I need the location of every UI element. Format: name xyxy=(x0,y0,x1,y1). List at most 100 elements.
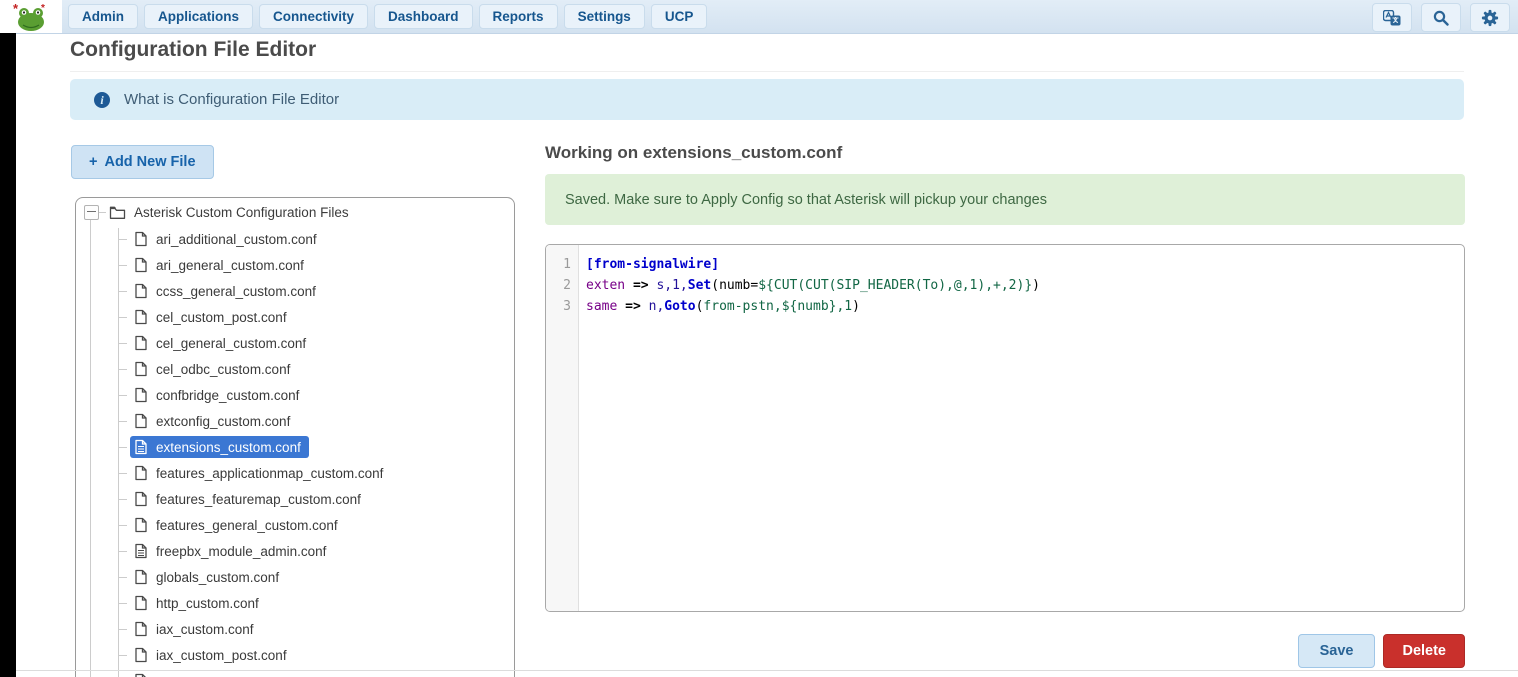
tree-connector-line xyxy=(118,551,127,552)
add-new-file-button[interactable]: + Add New File xyxy=(71,145,214,179)
file-icon xyxy=(134,465,148,481)
nav-item-connectivity[interactable]: Connectivity xyxy=(259,4,368,30)
file-icon xyxy=(134,569,148,585)
file-icon xyxy=(134,335,148,351)
saved-alert-text: Saved. Make sure to Apply Config so that… xyxy=(565,192,1047,208)
nav-item-reports[interactable]: Reports xyxy=(479,4,558,30)
tree-connector-line xyxy=(118,421,127,422)
tree-item-http_custom.conf[interactable]: http_custom.conf xyxy=(76,590,510,616)
bottom-divider xyxy=(0,670,1518,671)
line-number: 1 xyxy=(546,254,578,275)
tree-item-iax_custom_post.conf[interactable]: iax_custom_post.conf xyxy=(76,642,510,668)
tree-item-globals_custom.conf[interactable]: globals_custom.conf xyxy=(76,564,510,590)
top-nav: * * AdminApplicationsConnectivityDashboa… xyxy=(0,0,1518,34)
freepbx-frog-logo[interactable]: * * xyxy=(0,0,62,33)
tree-item-features_applicationmap_custom.conf[interactable]: features_applicationmap_custom.conf xyxy=(76,460,510,486)
file-icon xyxy=(134,257,148,273)
tree-item-label: iax_custom.conf xyxy=(156,622,254,637)
info-banner[interactable]: i What is Configuration File Editor xyxy=(70,79,1464,120)
tree-item-cel_general_custom.conf[interactable]: cel_general_custom.conf xyxy=(76,330,510,356)
file-icon xyxy=(134,517,148,533)
tree-root-node[interactable]: Asterisk Custom Configuration Files xyxy=(84,205,349,220)
code-line: same => n,Goto(from-pstn,${numb},1) xyxy=(586,296,1464,317)
tree-item-features_general_custom.conf[interactable]: features_general_custom.conf xyxy=(76,512,510,538)
page-title: Configuration File Editor xyxy=(70,38,1464,72)
nav-item-ucp[interactable]: UCP xyxy=(651,4,708,30)
code-area[interactable]: [from-signalwire]exten => s,1,Set(numb=$… xyxy=(579,245,1464,611)
tree-item-label: features_general_custom.conf xyxy=(156,518,338,533)
line-number-gutter: 123 xyxy=(546,245,579,611)
tree-connector-line xyxy=(118,603,127,604)
code-line: exten => s,1,Set(numb=${CUT(CUT(SIP_HEAD… xyxy=(586,275,1464,296)
tree-item-label: cel_custom_post.conf xyxy=(156,310,287,325)
nav-item-settings[interactable]: Settings xyxy=(564,4,645,30)
tree-connector-line xyxy=(118,395,127,396)
file-icon xyxy=(134,309,148,325)
tree-connector-line xyxy=(118,317,127,318)
tree-item-label: globals_custom.conf xyxy=(156,570,279,585)
folder-icon xyxy=(109,205,126,220)
code-line: [from-signalwire] xyxy=(586,254,1464,275)
line-number: 2 xyxy=(546,275,578,296)
tree-item-label: cel_odbc_custom.conf xyxy=(156,362,290,377)
left-black-strip xyxy=(0,33,16,677)
tree-item-cel_odbc_custom.conf[interactable]: cel_odbc_custom.conf xyxy=(76,356,510,382)
tree-item-label: ari_general_custom.conf xyxy=(156,258,304,273)
tree-connector-line xyxy=(118,629,127,630)
tree-connector-line xyxy=(118,577,127,578)
tree-item-cel_custom_post.conf[interactable]: cel_custom_post.conf xyxy=(76,304,510,330)
file-text-icon xyxy=(134,439,148,455)
tree-item-extensions_custom.conf[interactable]: extensions_custom.conf xyxy=(76,434,510,460)
file-icon xyxy=(134,231,148,247)
tree-item-ari_general_custom.conf[interactable]: ari_general_custom.conf xyxy=(76,252,510,278)
code-editor[interactable]: 123 [from-signalwire]exten => s,1,Set(nu… xyxy=(545,244,1465,612)
working-on-heading: Working on extensions_custom.conf xyxy=(545,143,842,163)
tree-item-freepbx_module_admin.conf[interactable]: freepbx_module_admin.conf xyxy=(76,538,510,564)
saved-alert: Saved. Make sure to Apply Config so that… xyxy=(545,174,1465,225)
main-menu: AdminApplicationsConnectivityDashboardRe… xyxy=(68,4,707,30)
file-icon xyxy=(134,387,148,403)
tree-item-ari_additional_custom.conf[interactable]: ari_additional_custom.conf xyxy=(76,226,510,252)
plus-icon: + xyxy=(89,154,97,170)
tree-item-label: freepbx_module_admin.conf xyxy=(156,544,326,559)
file-icon xyxy=(134,621,148,637)
info-icon: i xyxy=(94,92,110,108)
tree-item-iax_custom.conf[interactable]: iax_custom.conf xyxy=(76,616,510,642)
nav-item-applications[interactable]: Applications xyxy=(144,4,253,30)
delete-button[interactable]: Delete xyxy=(1383,634,1465,668)
tree-item-confbridge_custom.conf[interactable]: confbridge_custom.conf xyxy=(76,382,510,408)
add-new-file-label: Add New File xyxy=(104,154,195,170)
tree-item-label: extconfig_custom.conf xyxy=(156,414,290,429)
nav-item-admin[interactable]: Admin xyxy=(68,4,138,30)
translate-icon[interactable] xyxy=(1372,3,1412,32)
tree-item-ccss_general_custom.conf[interactable]: ccss_general_custom.conf xyxy=(76,278,510,304)
tree-item-extconfig_custom.conf[interactable]: extconfig_custom.conf xyxy=(76,408,510,434)
tree-item-label: features_applicationmap_custom.conf xyxy=(156,466,383,481)
collapse-expander-icon[interactable] xyxy=(84,205,99,220)
tree-item-label: ari_additional_custom.conf xyxy=(156,232,317,247)
tree-item-label: features_featuremap_custom.conf xyxy=(156,492,361,507)
file-text-icon xyxy=(134,543,148,559)
tree-item-label: confbridge_custom.conf xyxy=(156,388,299,403)
tree-connector-line xyxy=(118,447,127,448)
file-icon xyxy=(134,595,148,611)
file-icon xyxy=(134,647,148,663)
tree-connector-line xyxy=(118,265,127,266)
tree-item-features_featuremap_custom.conf[interactable]: features_featuremap_custom.conf xyxy=(76,486,510,512)
nav-item-dashboard[interactable]: Dashboard xyxy=(374,4,473,30)
gear-icon[interactable] xyxy=(1470,3,1510,32)
save-button[interactable]: Save xyxy=(1298,634,1376,668)
file-tree-panel: Asterisk Custom Configuration Files ari_… xyxy=(75,197,515,677)
tree-connector-line xyxy=(118,655,127,656)
tree-item-label: http_custom.conf xyxy=(156,596,259,611)
svg-text:*: * xyxy=(13,2,19,16)
file-icon xyxy=(134,673,148,677)
tree-connector-line xyxy=(118,291,127,292)
tree-item-label: ccss_general_custom.conf xyxy=(156,284,316,299)
search-icon[interactable] xyxy=(1421,3,1461,32)
tree-item-label: extensions_custom.conf xyxy=(156,440,301,455)
editor-actions: Save Delete xyxy=(545,634,1465,668)
tree-connector-line xyxy=(118,499,127,500)
file-icon xyxy=(134,361,148,377)
tree-connector-line xyxy=(99,212,106,213)
